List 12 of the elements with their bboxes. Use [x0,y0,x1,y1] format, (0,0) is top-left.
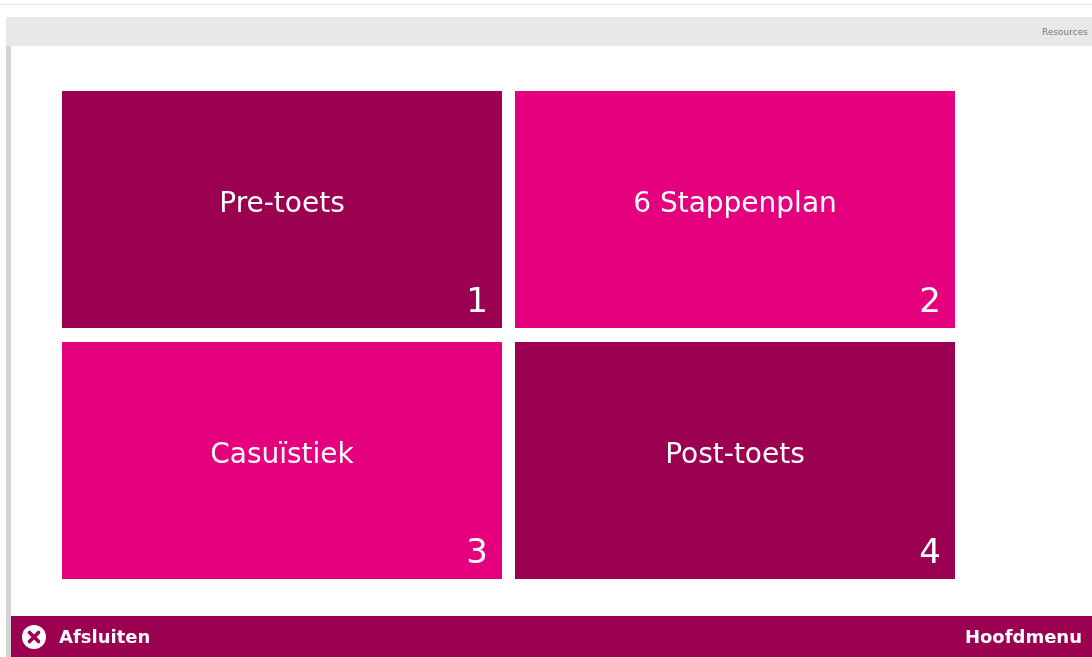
resources-link[interactable]: Resources [1042,26,1088,37]
menu-tile[interactable]: Post-toets 4 [515,342,955,579]
main-menu-button[interactable]: Hoofdmenu [964,626,1082,647]
tile-number: 2 [919,280,941,320]
close-button[interactable]: Afsluiten [21,623,151,650]
tile-number: 1 [466,280,488,320]
menu-tile[interactable]: Casuïstiek 3 [62,342,502,579]
tile-number: 3 [466,531,488,571]
close-icon [21,623,47,650]
menu-tile[interactable]: 6 Stappenplan 2 [515,91,955,328]
tile-number: 4 [919,531,941,571]
menu-tile[interactable]: Pre-toets 1 [62,91,502,328]
